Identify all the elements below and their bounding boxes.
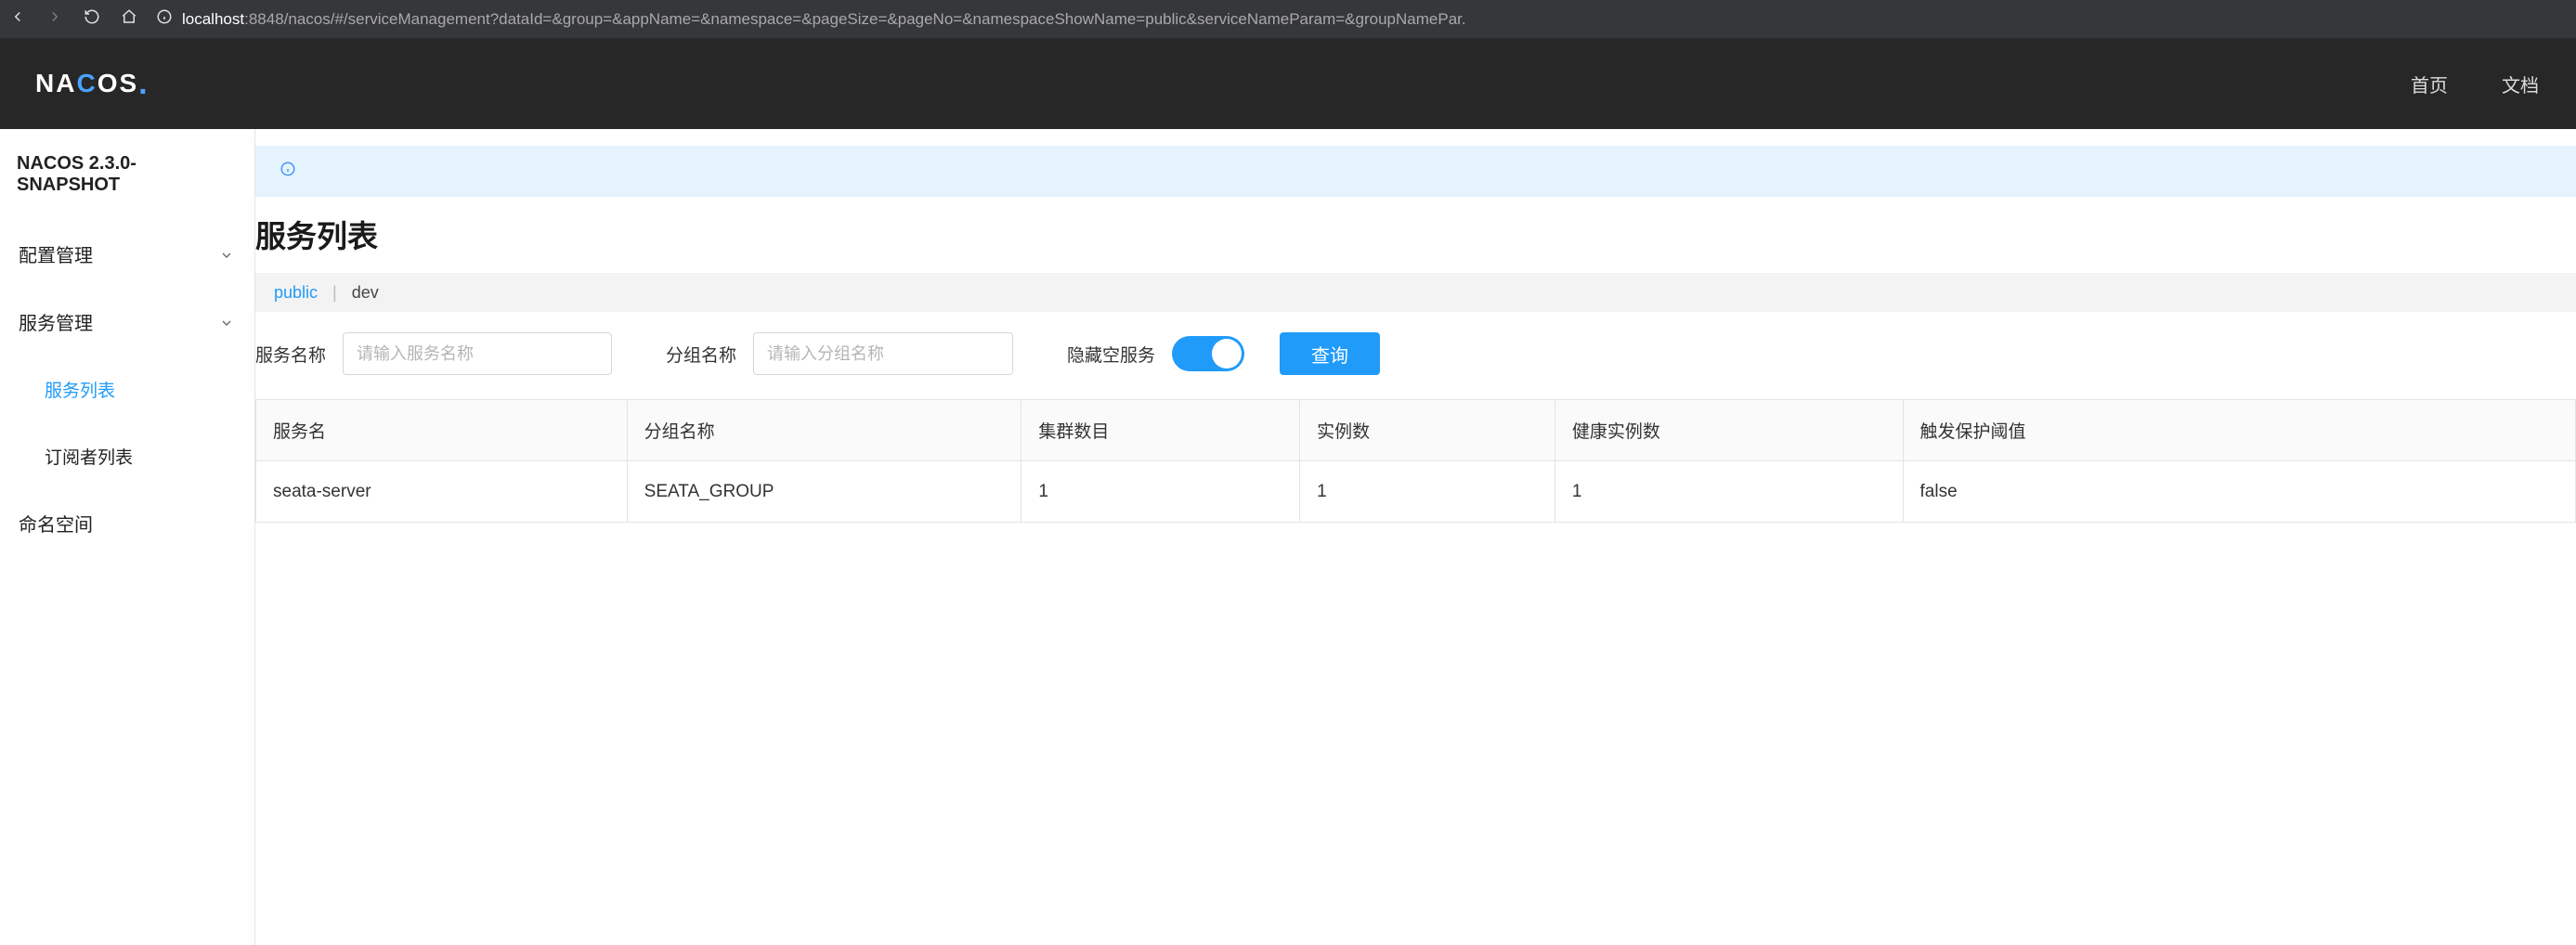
reload-icon[interactable] — [84, 8, 100, 30]
sidebar-item-label: 配置管理 — [19, 240, 93, 267]
browser-chrome: localhost:8848/nacos/#/serviceManagement… — [0, 0, 2576, 38]
chevron-down-icon — [219, 315, 234, 330]
hide-empty-toggle[interactable] — [1172, 336, 1244, 371]
sidebar-item-label: 命名空间 — [19, 510, 93, 537]
group-name-input[interactable] — [753, 332, 1013, 375]
sidebar-item-label: 服务列表 — [45, 377, 115, 402]
tab-public[interactable]: public — [274, 283, 318, 303]
col-instance-count: 实例数 — [1300, 400, 1555, 461]
sidebar-item-config[interactable]: 配置管理 — [0, 220, 254, 288]
cell-group-name: SEATA_GROUP — [627, 461, 1021, 523]
chevron-down-icon — [219, 247, 234, 262]
service-table: 服务名 分组名称 集群数目 实例数 健康实例数 触发保护阈值 seata-ser… — [255, 399, 2576, 523]
header-link-home[interactable]: 首页 — [2411, 71, 2448, 97]
sidebar-item-subscribers[interactable]: 订阅者列表 — [0, 422, 254, 489]
address-bar[interactable]: localhost:8848/nacos/#/serviceManagement… — [156, 8, 2567, 30]
tab-separator: | — [332, 283, 337, 303]
namespace-tabs: public | dev — [255, 273, 2576, 312]
search-row: 服务名称 分组名称 隐藏空服务 查询 — [255, 332, 2576, 375]
info-banner — [255, 146, 2576, 197]
cell-service-name: seata-server — [256, 461, 628, 523]
table-header-row: 服务名 分组名称 集群数目 实例数 健康实例数 触发保护阈值 — [256, 400, 2576, 461]
nacos-logo[interactable]: NACOS. — [35, 69, 150, 98]
header-links: 首页 文档 — [2411, 71, 2539, 97]
service-name-input[interactable] — [343, 332, 612, 375]
hide-empty-label: 隐藏空服务 — [1067, 342, 1155, 367]
site-info-icon[interactable] — [156, 8, 173, 30]
header-link-docs[interactable]: 文档 — [2502, 71, 2539, 97]
sidebar-item-service-list[interactable]: 服务列表 — [0, 356, 254, 422]
cell-cluster-count: 1 — [1021, 461, 1300, 523]
content: 服务列表 public | dev 服务名称 分组名称 隐藏空服务 查询 — [255, 129, 2576, 945]
tab-dev[interactable]: dev — [352, 283, 379, 303]
back-icon[interactable] — [9, 8, 26, 30]
home-icon[interactable] — [121, 8, 137, 30]
cell-protect-threshold: false — [1903, 461, 2575, 523]
sidebar-item-namespace[interactable]: 命名空间 — [0, 489, 254, 557]
table-row[interactable]: seata-server SEATA_GROUP 1 1 1 false — [256, 461, 2576, 523]
col-cluster-count: 集群数目 — [1021, 400, 1300, 461]
sidebar-item-label: 服务管理 — [19, 308, 93, 335]
version-label: NACOS 2.3.0-SNAPSHOT — [0, 129, 254, 220]
col-service-name: 服务名 — [256, 400, 628, 461]
sidebar-item-label: 订阅者列表 — [45, 444, 133, 469]
sidebar: NACOS 2.3.0-SNAPSHOT 配置管理 服务管理 服务列表 订阅者列… — [0, 129, 255, 945]
cell-instance-count: 1 — [1300, 461, 1555, 523]
forward-icon[interactable] — [46, 8, 63, 30]
cell-healthy-count: 1 — [1555, 461, 1903, 523]
col-healthy-count: 健康实例数 — [1555, 400, 1903, 461]
info-icon — [280, 161, 296, 182]
col-protect-threshold: 触发保护阈值 — [1903, 400, 2575, 461]
query-button[interactable]: 查询 — [1280, 332, 1380, 375]
app-header: NACOS. 首页 文档 — [0, 38, 2576, 129]
page-title: 服务列表 — [255, 212, 2576, 256]
browser-nav-icons — [9, 8, 137, 30]
service-name-label: 服务名称 — [255, 342, 326, 367]
sidebar-item-service[interactable]: 服务管理 — [0, 288, 254, 356]
url-text: localhost:8848/nacos/#/serviceManagement… — [182, 10, 1466, 29]
group-name-label: 分组名称 — [666, 342, 736, 367]
col-group-name: 分组名称 — [627, 400, 1021, 461]
